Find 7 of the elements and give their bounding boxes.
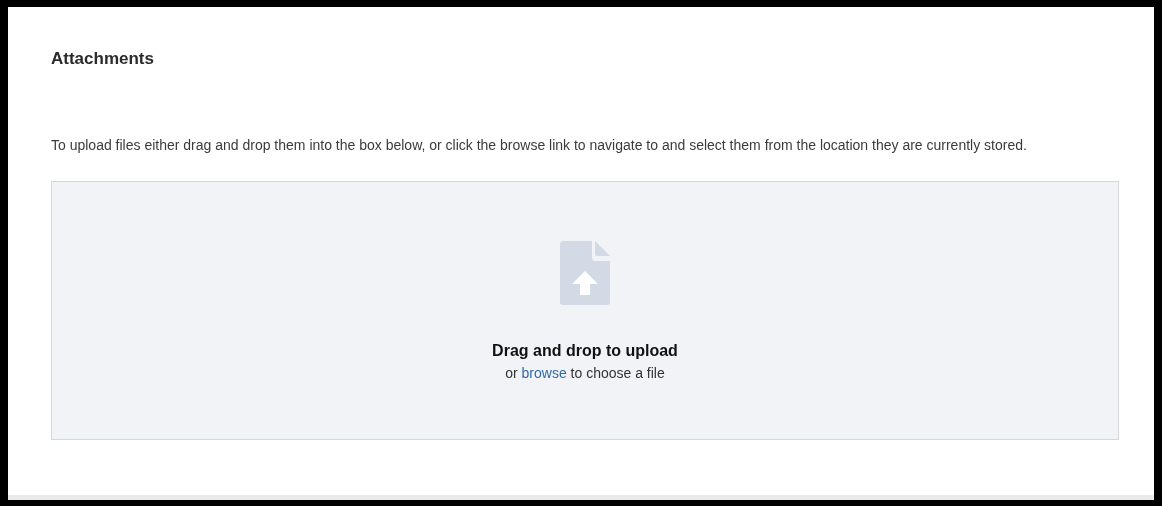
drop-heading: Drag and drop to upload xyxy=(492,341,678,362)
drop-zone[interactable]: Drag and drop to upload or browse to choose a file xyxy=(51,181,1119,441)
browse-link[interactable]: browse xyxy=(521,365,567,382)
file-upload-icon xyxy=(560,241,610,306)
browse-text: or browse to choose a file xyxy=(505,364,665,384)
section-title: Attachments xyxy=(51,49,155,70)
instructions-text: To upload files either drag and drop them into the box below, or click the browse link to navigate to and select them from the location they are currently stored. xyxy=(51,136,1028,156)
